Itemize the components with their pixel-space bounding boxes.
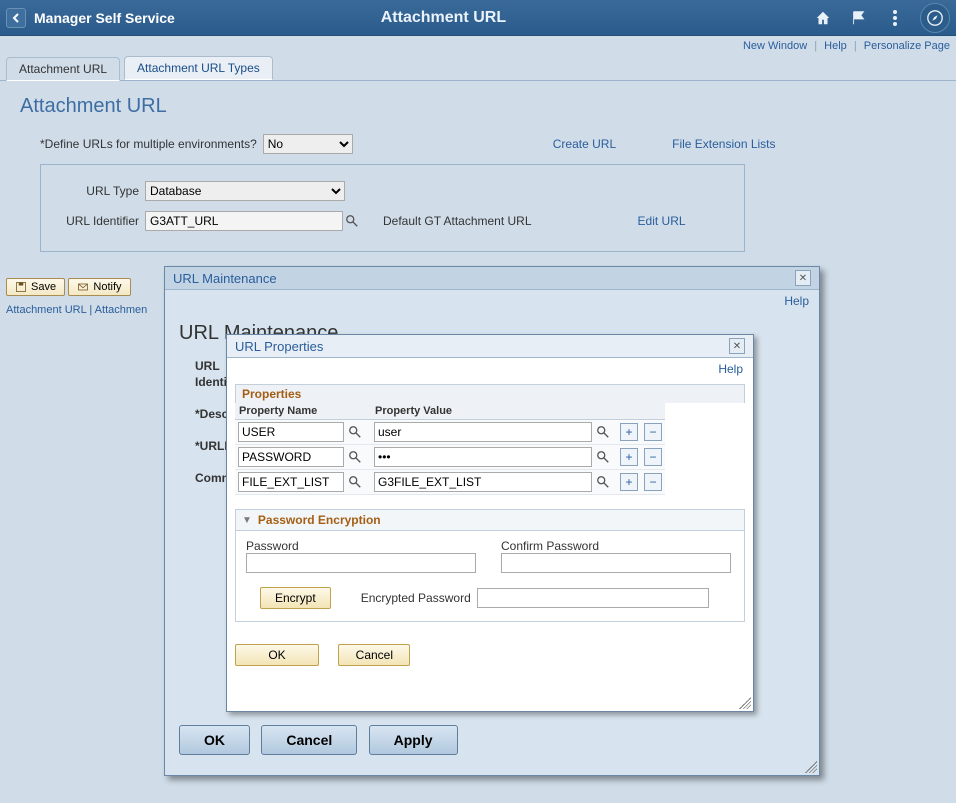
dialog-help-link[interactable]: Help (784, 294, 809, 308)
apply-button[interactable]: Apply (369, 725, 458, 755)
inner-ok-button[interactable]: OK (235, 644, 319, 666)
secondary-link-row: New Window | Help | Personalize Page (0, 36, 956, 56)
table-row: +− (235, 420, 665, 445)
create-url-link[interactable]: Create URL (553, 137, 616, 151)
property-value-input[interactable] (374, 422, 592, 442)
table-row: +− (235, 445, 665, 470)
chevron-left-icon (11, 13, 21, 23)
close-icon[interactable]: ✕ (795, 270, 811, 286)
inner-dialog-title: URL Properties (235, 339, 323, 354)
inner-cancel-button[interactable]: Cancel (338, 644, 410, 666)
edit-url-link[interactable]: Edit URL (638, 214, 686, 228)
lookup-icon[interactable] (594, 448, 612, 466)
tab-row: Attachment URL Attachment URL Types (0, 56, 956, 81)
page-heading: Attachment URL (20, 95, 936, 118)
add-row-button[interactable]: + (620, 423, 638, 441)
footer-attachment-url-link[interactable]: Attachment URL (6, 304, 86, 316)
dialog-titlebar: URL Maintenance ✕ (165, 267, 819, 290)
cancel-button[interactable]: Cancel (261, 725, 357, 755)
tab-attachment-url-types[interactable]: Attachment URL Types (124, 56, 273, 80)
main-form: Define URLs for multiple environments? N… (40, 134, 916, 252)
property-value-input[interactable] (374, 472, 592, 492)
define-multiple-label: Define URLs for multiple environments? (40, 137, 257, 151)
url-type-label: URL Type (59, 184, 139, 198)
identifier-label: Identi (195, 375, 227, 389)
properties-grid-header: Properties (235, 384, 745, 403)
notify-button[interactable]: Notify (68, 278, 130, 296)
password-encryption-section: Password Confirm Password Encrypt Encryp… (235, 531, 745, 622)
property-name-input[interactable] (238, 472, 344, 492)
encrypted-password-label: Encrypted Password (361, 591, 471, 605)
ok-button[interactable]: OK (179, 725, 250, 755)
encrypt-button[interactable]: Encrypt (260, 587, 331, 609)
url-label: URL (195, 359, 220, 373)
delete-row-button[interactable]: − (644, 423, 662, 441)
property-name-input[interactable] (238, 422, 344, 442)
properties-grid: Property Name Property Value +−+−+− (235, 403, 665, 495)
url-identifier-input[interactable] (145, 211, 343, 231)
confirm-password-input[interactable] (501, 553, 731, 573)
delete-row-button[interactable]: − (644, 473, 662, 491)
flag-icon[interactable] (848, 7, 870, 29)
notify-icon (77, 281, 89, 293)
define-multiple-select[interactable]: No (263, 134, 353, 154)
footer-attachment-url-types-link[interactable]: Attachmen (95, 304, 148, 316)
lookup-icon[interactable] (346, 473, 364, 491)
help-link[interactable]: Help (824, 40, 847, 52)
close-icon[interactable]: ✕ (729, 338, 745, 354)
password-input[interactable] (246, 553, 476, 573)
compass-icon[interactable] (920, 3, 950, 33)
property-value-input[interactable] (374, 447, 592, 467)
top-navbar: Manager Self Service Attachment URL (0, 0, 956, 36)
collapse-icon: ▼ (242, 515, 252, 526)
resize-grip-icon[interactable] (739, 697, 751, 709)
personalize-page-link[interactable]: Personalize Page (864, 40, 950, 52)
lookup-icon[interactable] (594, 423, 612, 441)
resize-grip-icon[interactable] (805, 761, 817, 773)
password-label: Password (246, 539, 479, 553)
confirm-password-label: Confirm Password (501, 539, 734, 553)
url-identifier-label: URL Identifier (59, 214, 139, 228)
url-groupbox: URL Type Database URL Identifier Default… (40, 164, 745, 252)
file-extension-lists-link[interactable]: File Extension Lists (672, 137, 775, 151)
back-button[interactable] (6, 8, 26, 28)
vertical-dots-icon[interactable] (884, 7, 906, 29)
new-window-link[interactable]: New Window (743, 40, 807, 52)
password-encryption-header[interactable]: ▼ Password Encryption (235, 509, 745, 531)
url-properties-dialog: URL Properties ✕ Help Properties Propert… (226, 334, 754, 712)
col-property-name: Property Name (235, 403, 371, 420)
lookup-icon[interactable] (594, 473, 612, 491)
save-icon (15, 281, 27, 293)
inner-dialog-titlebar: URL Properties ✕ (227, 335, 753, 358)
add-row-button[interactable]: + (620, 448, 638, 466)
lookup-icon[interactable] (346, 448, 364, 466)
dialog-title: URL Maintenance (173, 271, 277, 286)
default-gt-label: Default GT Attachment URL (383, 214, 532, 228)
lookup-icon[interactable] (343, 212, 361, 230)
property-name-input[interactable] (238, 447, 344, 467)
lookup-icon[interactable] (346, 423, 364, 441)
add-row-button[interactable]: + (620, 473, 638, 491)
col-property-value: Property Value (371, 403, 617, 420)
home-icon[interactable] (812, 7, 834, 29)
table-row: +− (235, 470, 665, 495)
tab-attachment-url[interactable]: Attachment URL (6, 57, 120, 81)
page-title: Attachment URL (75, 9, 812, 27)
inner-dialog-help-link[interactable]: Help (718, 362, 743, 376)
encrypted-password-input[interactable] (477, 588, 709, 608)
delete-row-button[interactable]: − (644, 448, 662, 466)
url-type-select[interactable]: Database (145, 181, 345, 201)
save-button[interactable]: Save (6, 278, 65, 296)
